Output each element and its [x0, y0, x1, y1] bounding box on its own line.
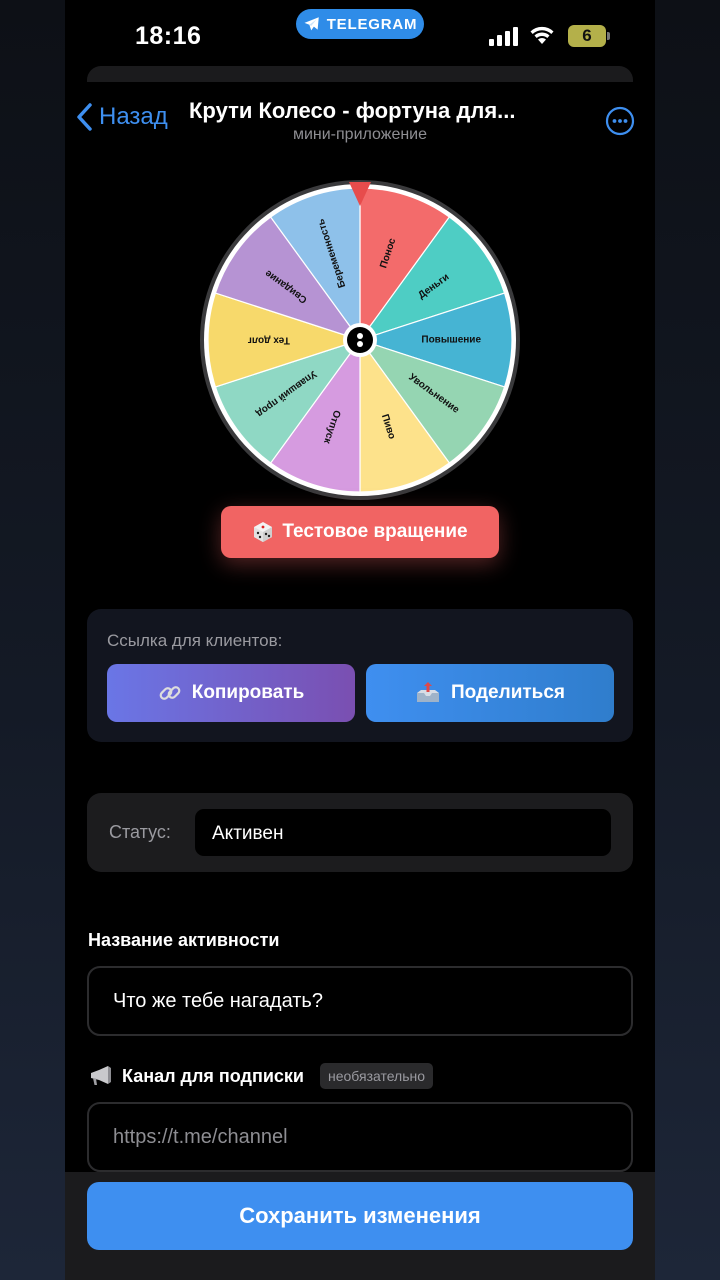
status-select[interactable]: Активен — [195, 809, 611, 856]
outbox-icon — [416, 682, 439, 702]
page-subtitle: мини-приложение — [292, 126, 428, 143]
more-options-icon[interactable] — [605, 106, 635, 136]
share-label: Поделиться — [450, 682, 566, 703]
status-label: Статус: — [109, 822, 171, 842]
activity-name-input[interactable]: Что же тебе нагадать? — [87, 966, 633, 1036]
copy-link-button[interactable]: Копировать — [107, 664, 355, 722]
wheel-hub-dot — [357, 333, 363, 339]
telegram-label: TELEGRAM — [326, 15, 418, 33]
channel-input[interactable]: https://t.me/channel — [87, 1102, 633, 1172]
wheel-segment-label: Тех долг — [248, 334, 290, 345]
app-header: Назад Крути Колесо - фортуна для... мини… — [65, 90, 655, 150]
status-card: Статус: Активен — [87, 793, 633, 872]
client-link-card: Ссылка для клиентов: Копировать Поделить… — [87, 609, 633, 742]
activity-name-title: Название активности — [88, 930, 280, 950]
wheel-hub-dot — [357, 341, 363, 347]
test-spin-button[interactable]: Тестовое вращение — [221, 506, 499, 558]
wheel-segment-label: Повышение — [421, 335, 481, 346]
fortune-wheel[interactable]: ПоносДеньгиПовышениеУвольнениеПивоОтпуск… — [198, 178, 522, 502]
bottom-bar: Сохранить изменения — [65, 1172, 655, 1280]
page-title: Крути Колесо - фортуна для... — [189, 98, 516, 123]
share-link-button[interactable]: Поделиться — [366, 664, 614, 722]
wheel-hub-core — [347, 327, 373, 353]
link-icon — [159, 686, 181, 700]
telegram-icon — [304, 17, 319, 31]
sheet-handle-area — [87, 66, 633, 82]
megaphone-icon — [91, 1066, 111, 1085]
phone-screen: 18:16 TELEGRAM 6 Назад Крути Колесо - фо… — [65, 0, 655, 1280]
signal-icon — [489, 26, 518, 46]
client-link-label: Ссылка для клиентов: — [107, 631, 283, 650]
channel-header: Канал для подписки необязательно — [88, 1063, 434, 1089]
status-bar: 18:16 TELEGRAM 6 — [65, 0, 655, 66]
channel-title: Канал для подписки — [122, 1065, 304, 1086]
wifi-icon — [530, 26, 554, 44]
optional-badge: необязательно — [319, 1063, 434, 1089]
copy-label: Копировать — [191, 682, 305, 703]
test-spin-label: Тестовое вращение — [282, 521, 468, 542]
save-changes-button[interactable]: Сохранить изменения — [87, 1182, 633, 1250]
clock: 18:16 — [135, 22, 202, 50]
battery-icon: 6 — [568, 25, 610, 47]
dice-icon — [254, 522, 273, 542]
telegram-pill[interactable]: TELEGRAM — [296, 9, 424, 39]
